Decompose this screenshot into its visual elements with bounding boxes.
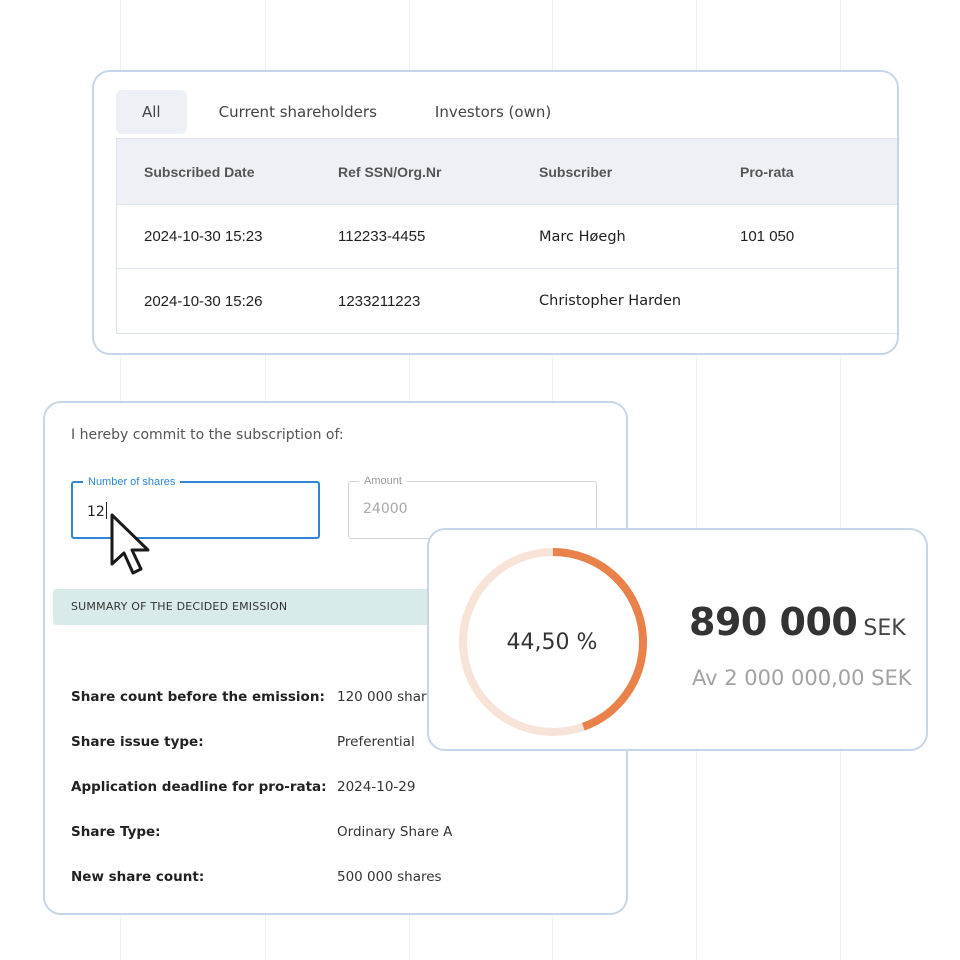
amount-placeholder: 24000 [363,501,408,517]
table-row[interactable]: 2024-10-30 15:26 1233211223 Christopher … [117,269,897,333]
table-row[interactable]: 2024-10-30 15:23 112233-4455 Marc Høegh … [117,205,897,269]
detail-label: Share count before the emission: [71,689,325,705]
detail-row: New share count: 500 000 shares [71,869,611,891]
raised-amount-currency: SEK [863,616,906,641]
number-of-shares-value-wrap: 12 [87,502,107,520]
summary-title: SUMMARY OF THE DECIDED EMISSION [71,600,288,613]
progress-percent: 44,50 % [506,630,598,655]
cell-subscriber: Marc Høegh [539,228,626,245]
table-header: Subscribed Date Ref SSN/Org.Nr Subscribe… [117,139,897,205]
commit-text: I hereby commit to the subscription of: [71,427,344,443]
detail-value: Ordinary Share A [337,824,453,840]
text-caret [105,502,107,519]
detail-label: Application deadline for pro-rata: [71,779,327,795]
subscription-progress-card: 44,50 % 890 000 SEK Av 2 000 000,00 SEK [427,528,928,751]
amount-label: Amount [359,474,407,488]
subscribers-table: Subscribed Date Ref SSN/Org.Nr Subscribe… [116,138,897,334]
raised-amount: 890 000 SEK [689,600,906,644]
cell-subscribed-date: 2024-10-30 15:26 [144,292,263,310]
subscribers-table-card: All Current shareholders Investors (own)… [92,70,899,355]
raised-amount-value: 890 000 [689,600,858,644]
tab-investors-own[interactable]: Investors (own) [409,90,577,134]
filter-tabs: All Current shareholders Investors (own) [116,90,577,134]
tab-current-shareholders[interactable]: Current shareholders [193,90,403,134]
cell-ref: 112233-4455 [338,228,426,245]
cell-ref: 1233211223 [338,292,421,310]
tab-all[interactable]: All [116,90,187,134]
target-amount: Av 2 000 000,00 SEK [692,666,912,690]
number-of-shares-value: 12 [87,504,105,520]
detail-label: New share count: [71,869,205,885]
column-header-pro-rata[interactable]: Pro-rata [740,164,794,180]
arrow-cursor-icon [110,513,150,575]
detail-value: Preferential [337,734,415,750]
detail-value: 500 000 shares [337,869,442,885]
detail-value: 120 000 shares [337,689,442,705]
number-of-shares-label: Number of shares [83,475,181,489]
column-header-subscriber[interactable]: Subscriber [539,164,612,180]
cell-subscriber: Christopher Harden [539,293,682,309]
detail-value: 2024-10-29 [337,779,416,795]
cell-subscribed-date: 2024-10-30 15:23 [144,228,263,245]
detail-label: Share issue type: [71,734,204,750]
detail-label: Share Type: [71,824,161,840]
cell-pro-rata: 101 050 [740,228,795,245]
column-header-subscribed-date[interactable]: Subscribed Date [144,164,254,180]
detail-row: Application deadline for pro-rata: 2024-… [71,779,611,801]
detail-row: Share Type: Ordinary Share A [71,824,611,846]
column-header-ref[interactable]: Ref SSN/Org.Nr [338,164,441,180]
